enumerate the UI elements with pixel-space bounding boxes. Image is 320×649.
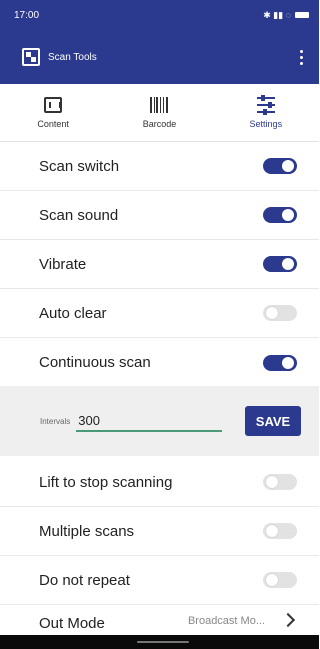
setting-auto-clear: Auto clear	[0, 289, 319, 338]
lift-to-stop-toggle[interactable]	[263, 474, 297, 490]
setting-label: Out Mode	[39, 615, 105, 632]
setting-vibrate: Vibrate	[0, 240, 319, 289]
setting-out-mode[interactable]: Out Mode Broadcast Mo...	[0, 605, 319, 635]
battery-icon	[295, 12, 309, 18]
setting-label: Lift to stop scanning	[39, 473, 173, 491]
app-header: 17:00 ✱ ▮▮ ◌ Scan Tools	[0, 0, 319, 84]
status-time: 17:00	[14, 9, 40, 21]
continuous-scan-toggle[interactable]	[263, 354, 297, 371]
barcode-icon	[150, 96, 169, 113]
tab-barcode[interactable]: Barcode	[106, 84, 212, 141]
tab-label: Barcode	[142, 118, 177, 129]
scan-frame-icon	[44, 96, 63, 113]
app-title: Scan Tools	[48, 51, 97, 63]
app-bar: Scan Tools	[0, 30, 319, 84]
auto-clear-toggle[interactable]	[263, 305, 297, 321]
setting-label: Vibrate	[39, 255, 87, 273]
scan-switch-toggle[interactable]	[263, 158, 297, 174]
tab-content[interactable]: Content	[0, 84, 106, 141]
home-handle[interactable]	[137, 641, 189, 643]
tab-settings[interactable]: Settings	[213, 84, 319, 141]
tab-label: Settings	[249, 118, 283, 129]
qr-code-icon	[22, 48, 40, 66]
setting-label: Continuous scan	[39, 354, 151, 371]
status-bar: 17:00 ✱ ▮▮ ◌	[0, 0, 319, 30]
more-vert-icon[interactable]	[294, 46, 309, 69]
status-indicators: ✱ ▮▮ ◌	[263, 10, 309, 21]
tab-label: Content	[37, 118, 69, 129]
system-nav-bar	[0, 635, 319, 649]
vibrate-toggle[interactable]	[263, 256, 297, 272]
save-button[interactable]: SAVE	[245, 406, 301, 436]
multiple-scans-toggle[interactable]	[263, 523, 297, 539]
setting-label: Multiple scans	[39, 522, 135, 540]
chevron-right-icon	[280, 612, 296, 628]
setting-label: Do not repeat	[39, 571, 130, 589]
tab-bar: Content Barcode Settings	[0, 84, 319, 142]
setting-scan-switch: Scan switch	[0, 142, 319, 191]
interval-input[interactable]	[76, 410, 223, 432]
setting-label: Scan sound	[39, 206, 119, 224]
setting-do-not-repeat: Do not repeat	[0, 556, 319, 605]
interval-section: Intervals SAVE	[0, 386, 319, 456]
setting-scan-sound: Scan sound	[0, 191, 319, 240]
setting-label: Auto clear	[39, 304, 107, 322]
setting-multiple-scans: Multiple scans	[0, 507, 319, 556]
setting-lift-to-stop: Lift to stop scanning	[0, 458, 319, 507]
out-mode-value: Broadcast Mo...	[187, 615, 265, 627]
interval-label: Intervals	[40, 416, 71, 426]
sliders-icon	[256, 94, 275, 115]
status-icons: ✱ ▮▮ ◌	[263, 9, 291, 20]
setting-label: Scan switch	[39, 157, 120, 175]
scan-sound-toggle[interactable]	[263, 207, 297, 223]
do-not-repeat-toggle[interactable]	[263, 572, 297, 588]
setting-continuous-scan: Continuous scan	[0, 338, 319, 387]
